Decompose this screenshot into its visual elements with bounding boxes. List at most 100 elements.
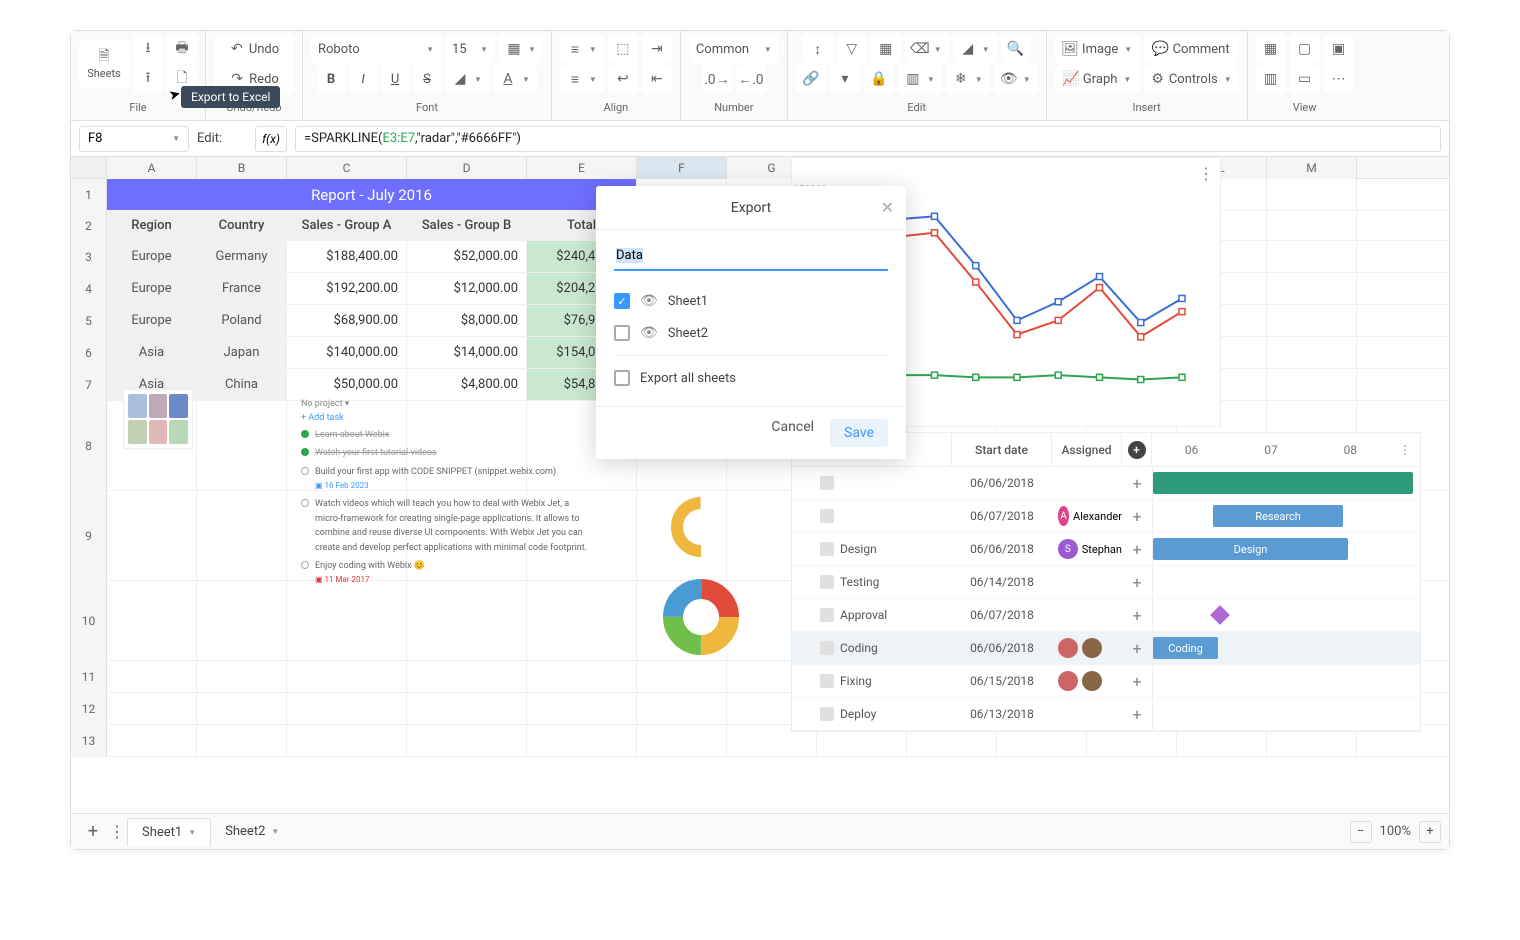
number-format-dropdown[interactable]: Common▼ xyxy=(689,35,779,63)
cell[interactable] xyxy=(197,491,287,581)
font-size-dropdown[interactable]: 15▼ xyxy=(445,35,495,63)
row-header[interactable]: 3 xyxy=(71,241,107,273)
cell[interactable] xyxy=(1267,241,1357,272)
sheets-button[interactable]: 🗎 Sheets xyxy=(79,39,129,89)
cell[interactable] xyxy=(197,693,287,725)
chevron-down-icon[interactable]: ▼ xyxy=(271,827,279,836)
row-header[interactable]: 11 xyxy=(71,661,107,693)
view4-button[interactable]: ▥ xyxy=(1256,65,1286,93)
gantt-row[interactable]: Design 06/06/2018 SStephan + Design xyxy=(792,533,1420,566)
sheet-menu-button[interactable]: ⋮ xyxy=(107,822,127,841)
gantt-row[interactable]: Testing 06/14/2018 + xyxy=(792,566,1420,599)
underline-button[interactable]: U xyxy=(381,65,409,93)
cell[interactable] xyxy=(527,581,637,661)
cell[interactable] xyxy=(527,693,637,725)
merge-button[interactable]: ⬚ xyxy=(608,35,638,63)
data-cell[interactable]: Asia xyxy=(107,337,197,368)
cell[interactable] xyxy=(1267,369,1357,400)
comment-button[interactable]: 💬Comment xyxy=(1144,35,1239,63)
cell[interactable] xyxy=(1267,337,1357,368)
data-cell[interactable]: $192,200.00 xyxy=(287,273,407,304)
italic-button[interactable]: I xyxy=(349,65,377,93)
col-header[interactable]: B xyxy=(197,157,287,179)
add-assignee-button[interactable]: + xyxy=(1122,606,1152,625)
cell[interactable] xyxy=(527,725,637,757)
valign-button[interactable]: ≡▼ xyxy=(560,65,604,93)
gantt-bar[interactable]: Research xyxy=(1213,505,1343,527)
cell[interactable] xyxy=(197,401,287,491)
print-button[interactable]: 🖶 xyxy=(167,35,197,63)
gantt-bar[interactable]: Coding xyxy=(1153,637,1218,659)
view6-button[interactable]: ⋯ xyxy=(1324,65,1354,93)
fx-button[interactable]: f(x) xyxy=(255,126,287,152)
data-cell[interactable]: Europe xyxy=(107,305,197,336)
cell[interactable] xyxy=(1267,179,1357,210)
data-cell[interactable]: $50,000.00 xyxy=(287,369,407,400)
export-excel-button[interactable]: ⭱ xyxy=(133,65,163,93)
checkbox-icon[interactable]: ✓ xyxy=(614,293,630,309)
inc-decimal-button[interactable]: .0→ xyxy=(702,65,732,93)
data-cell[interactable]: Europe xyxy=(107,241,197,272)
chart-menu-icon[interactable]: ⋮ xyxy=(1198,164,1214,183)
gantt-add-col-button[interactable]: + xyxy=(1128,441,1146,459)
strike-button[interactable]: S xyxy=(413,65,441,93)
add-assignee-button[interactable]: + xyxy=(1122,672,1152,691)
highlight-button[interactable]: ◢▼ xyxy=(953,35,997,63)
cell[interactable] xyxy=(287,693,407,725)
row-header[interactable]: 12 xyxy=(71,693,107,725)
cell[interactable] xyxy=(107,661,197,693)
clear-button[interactable]: ⌫▼ xyxy=(905,35,949,63)
fill-color-button[interactable]: ◢▼ xyxy=(445,65,489,93)
add-assignee-button[interactable]: + xyxy=(1122,705,1152,724)
zoom-in-button[interactable]: + xyxy=(1419,821,1441,843)
cell[interactable] xyxy=(407,661,527,693)
borders-button[interactable]: ▦▼ xyxy=(499,35,543,63)
add-assignee-button[interactable]: + xyxy=(1122,639,1152,658)
cell[interactable] xyxy=(197,661,287,693)
zoom-out-button[interactable]: − xyxy=(1350,821,1372,843)
sort-button[interactable]: ↕ xyxy=(803,35,833,63)
cell[interactable] xyxy=(637,693,727,725)
data-cell[interactable]: $52,000.00 xyxy=(407,241,527,272)
cell[interactable] xyxy=(637,725,727,757)
data-cell[interactable]: $68,900.00 xyxy=(287,305,407,336)
col-header[interactable]: D xyxy=(407,157,527,179)
cancel-button[interactable]: Cancel xyxy=(771,419,814,447)
gantt-row[interactable]: Deploy 06/13/2018 + xyxy=(792,698,1420,731)
data-cell[interactable]: $8,000.00 xyxy=(407,305,527,336)
add-assignee-button[interactable]: + xyxy=(1122,474,1152,493)
checkbox-icon[interactable] xyxy=(614,370,630,386)
data-cell[interactable]: Poland xyxy=(197,305,287,336)
data-cell[interactable]: Europe xyxy=(107,273,197,304)
data-cell[interactable]: Germany xyxy=(197,241,287,272)
cell[interactable] xyxy=(1267,211,1357,240)
eye-icon[interactable]: 👁 xyxy=(640,293,658,309)
todo-item[interactable]: Build your first app with CODE SNIPPET (… xyxy=(301,463,591,496)
cell[interactable] xyxy=(637,661,727,693)
tab-sheet2[interactable]: Sheet2▼ xyxy=(211,818,293,845)
gantt-bar[interactable] xyxy=(1153,472,1413,494)
radio-icon[interactable] xyxy=(301,499,309,507)
gantt-panel[interactable]: Start date Assigned + 06 07 08 ⋮ 06/06/2… xyxy=(791,432,1421,732)
graph-button[interactable]: 📈Graph▼ xyxy=(1055,65,1140,93)
check-icon[interactable] xyxy=(301,430,309,438)
freeze-button[interactable]: ❄▼ xyxy=(946,65,990,93)
gantt-row[interactable]: 06/07/2018 AAlexander + Research xyxy=(792,500,1420,533)
wrap-button[interactable]: ↩ xyxy=(608,65,638,93)
row-header[interactable]: 7 xyxy=(71,369,107,401)
view2-button[interactable]: ▢ xyxy=(1290,35,1320,63)
indent-dec-button[interactable]: ⇤ xyxy=(642,65,672,93)
formula-input[interactable]: =SPARKLINE(E3:E7,"radar","#6666FF") xyxy=(295,126,1441,152)
data-cell[interactable]: China xyxy=(197,369,287,400)
col-header[interactable]: C xyxy=(287,157,407,179)
data-cell[interactable]: $188,400.00 xyxy=(287,241,407,272)
gantt-row[interactable]: 06/06/2018 + xyxy=(792,467,1420,500)
modal-close-button[interactable]: ✕ xyxy=(881,198,894,217)
indent-inc-button[interactable]: ⇥ xyxy=(642,35,672,63)
gantt-row[interactable]: Approval 06/07/2018 + xyxy=(792,599,1420,632)
tab-sheet1[interactable]: Sheet1▼ xyxy=(127,818,211,846)
row-header[interactable]: 9 xyxy=(71,491,107,581)
filter-button[interactable]: ▽ xyxy=(837,35,867,63)
data-cell[interactable]: France xyxy=(197,273,287,304)
undo-button[interactable]: ↶Undo xyxy=(214,35,294,63)
